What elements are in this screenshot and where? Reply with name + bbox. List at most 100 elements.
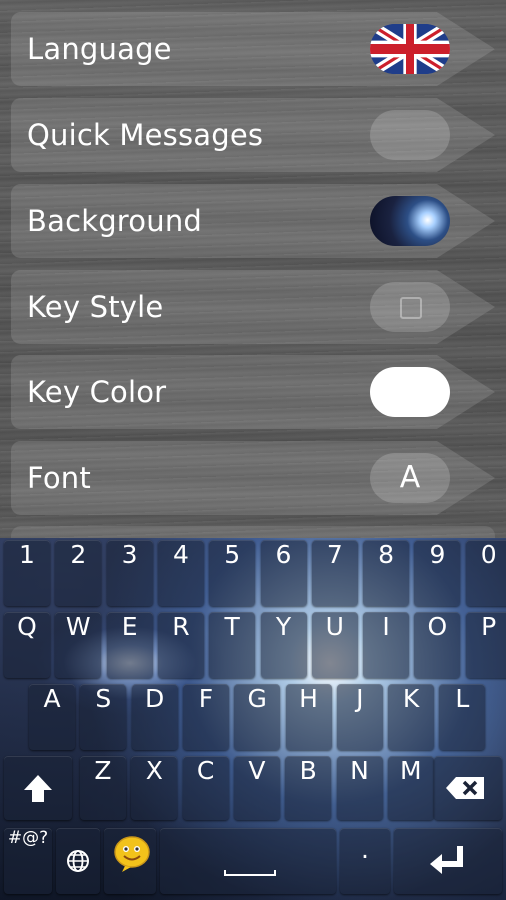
key-label: 2: [70, 540, 87, 569]
symbols-key-label: #@?: [7, 828, 49, 848]
smiley-icon: [114, 836, 150, 872]
key-label: P: [481, 612, 497, 641]
setting-label: Language: [27, 32, 172, 66]
key-label: G: [247, 684, 267, 713]
key-p[interactable]: P: [465, 612, 506, 678]
key-o[interactable]: O: [414, 612, 461, 678]
key-e[interactable]: E: [106, 612, 153, 678]
enter-key[interactable]: [394, 828, 502, 894]
setting-quick-messages[interactable]: Quick Messages: [11, 98, 495, 172]
galaxy-thumbnail-icon[interactable]: [370, 196, 450, 246]
key-label: I: [382, 612, 390, 641]
space-key[interactable]: [160, 828, 336, 894]
key-k[interactable]: K: [388, 684, 435, 750]
key-1[interactable]: 1: [4, 540, 50, 606]
key-m[interactable]: M: [387, 756, 434, 820]
key-label: 6: [275, 540, 292, 569]
emoji-key[interactable]: [104, 828, 156, 894]
key-j[interactable]: J: [336, 684, 383, 750]
setting-label: Quick Messages: [27, 118, 264, 152]
backspace-icon: [446, 777, 484, 799]
key-y[interactable]: Y: [260, 612, 307, 678]
key-label: F: [198, 684, 214, 713]
key-f[interactable]: F: [182, 684, 229, 750]
key-label: K: [402, 684, 420, 713]
setting-font[interactable]: Font A: [11, 441, 495, 515]
key-2[interactable]: 2: [55, 540, 102, 606]
key-6[interactable]: 6: [260, 540, 307, 606]
shift-key[interactable]: [4, 756, 72, 820]
key-label: 4: [172, 540, 189, 569]
key-label: E: [121, 612, 138, 641]
key-h[interactable]: H: [285, 684, 332, 750]
key-label: 5: [224, 540, 241, 569]
key-a[interactable]: A: [29, 684, 75, 750]
key-label: A: [43, 684, 61, 713]
key-label: 7: [326, 540, 343, 569]
setting-background[interactable]: Background: [11, 184, 495, 258]
setting-label: Font: [27, 461, 91, 495]
key-x[interactable]: X: [131, 756, 178, 820]
period-key-label: .: [361, 834, 369, 864]
key-b[interactable]: B: [285, 756, 332, 820]
key-t[interactable]: T: [209, 612, 256, 678]
key-n[interactable]: N: [336, 756, 383, 820]
symbols-key[interactable]: #@?: [4, 828, 52, 894]
key-label: Z: [94, 756, 112, 785]
quick-messages-toggle[interactable]: [370, 110, 450, 160]
key-9[interactable]: 9: [414, 540, 461, 606]
key-label: 0: [480, 540, 497, 569]
key-8[interactable]: 8: [363, 540, 410, 606]
key-label: 9: [429, 540, 446, 569]
shift-arrow-icon: [24, 775, 52, 802]
space-bar-icon: [224, 870, 276, 876]
setting-key-style[interactable]: Key Style: [11, 270, 495, 344]
key-u[interactable]: U: [311, 612, 358, 678]
key-label: T: [224, 612, 240, 641]
key-d[interactable]: D: [131, 684, 178, 750]
key-w[interactable]: W: [55, 612, 102, 678]
key-v[interactable]: V: [233, 756, 280, 820]
key-label: 1: [19, 540, 35, 569]
key-c[interactable]: C: [182, 756, 229, 820]
key-s[interactable]: S: [80, 684, 127, 750]
key-label: U: [325, 612, 344, 641]
key-label: N: [350, 756, 369, 785]
font-letter: A: [399, 460, 421, 495]
settings-panel: Language Quick Messages Background Key S…: [0, 0, 506, 538]
key-label: 3: [121, 540, 138, 569]
key-style-preview[interactable]: [370, 282, 450, 332]
key-z[interactable]: Z: [80, 756, 126, 820]
key-3[interactable]: 3: [106, 540, 153, 606]
enter-arrow-icon: [430, 846, 463, 874]
uk-flag-icon[interactable]: [370, 24, 450, 74]
key-l[interactable]: L: [439, 684, 486, 750]
period-key[interactable]: .: [340, 828, 390, 894]
globe-icon: [67, 850, 89, 872]
setting-key-color[interactable]: Key Color: [11, 355, 495, 429]
key-7[interactable]: 7: [311, 540, 358, 606]
key-label: B: [299, 756, 317, 785]
setting-label: Key Color: [27, 375, 167, 409]
globe-key[interactable]: [56, 828, 100, 894]
key-color-swatch[interactable]: [370, 367, 450, 417]
keyboard: 1234567890 QWERTYUIOP ASDFGHJKL ZXCVBNM …: [0, 538, 506, 900]
key-5[interactable]: 5: [209, 540, 256, 606]
key-label: L: [455, 684, 470, 713]
key-q[interactable]: Q: [4, 612, 50, 678]
key-g[interactable]: G: [234, 684, 281, 750]
setting-language[interactable]: Language: [11, 12, 495, 86]
key-label: V: [248, 756, 266, 785]
backspace-key[interactable]: [434, 756, 502, 820]
key-label: Q: [17, 612, 37, 641]
key-label: S: [95, 684, 112, 713]
key-label: R: [172, 612, 190, 641]
key-0[interactable]: 0: [465, 540, 506, 606]
key-4[interactable]: 4: [157, 540, 204, 606]
setting-row-partial: [11, 526, 495, 538]
font-preview[interactable]: A: [370, 453, 450, 503]
key-label: H: [299, 684, 318, 713]
key-i[interactable]: I: [363, 612, 410, 678]
key-r[interactable]: R: [157, 612, 204, 678]
key-label: X: [145, 756, 163, 785]
